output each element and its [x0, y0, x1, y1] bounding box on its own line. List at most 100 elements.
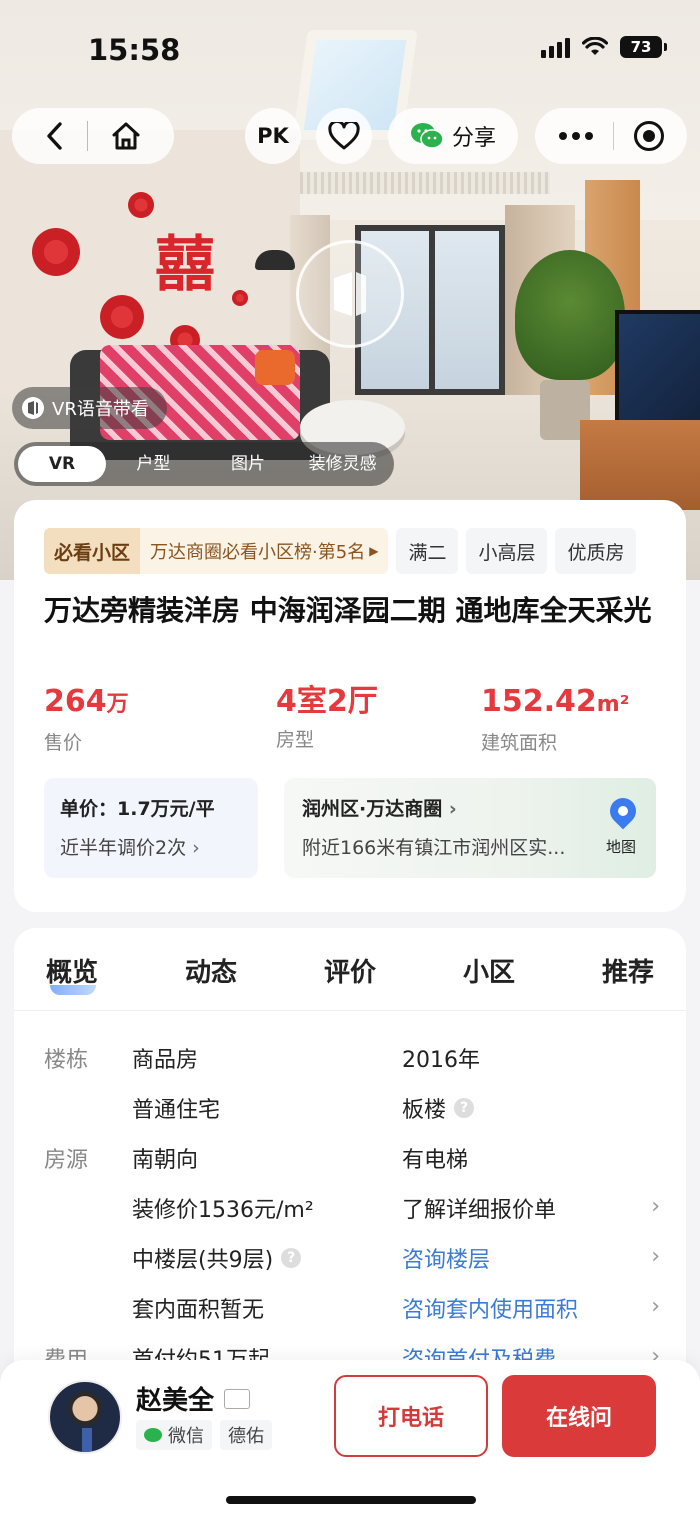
- tab-community[interactable]: 小区: [463, 952, 515, 989]
- paper-fan-decoration: [128, 192, 154, 218]
- section-label: 楼栋: [44, 1048, 89, 1073]
- wechat-icon: [410, 123, 444, 149]
- price-label: 售价: [44, 732, 83, 754]
- detail-value: 商品房: [132, 1048, 199, 1073]
- media-tab-floorplan[interactable]: 户型: [106, 446, 201, 482]
- listing-title: 万达旁精装洋房 中海润泽园二期 通地库全天采光: [44, 594, 652, 627]
- detail-value-group: 板楼 ?: [402, 1092, 475, 1124]
- price-adjust-history: 近半年调价2次 ›: [60, 833, 242, 860]
- heart-icon: [328, 122, 360, 150]
- call-button[interactable]: 打电话: [334, 1375, 488, 1457]
- location-title-text: 润州区·万达商圈: [302, 798, 443, 820]
- wechat-tag-label: 微信: [168, 1426, 204, 1447]
- share-label: 分享: [451, 126, 496, 151]
- online-chat-button[interactable]: 在线问: [502, 1375, 656, 1457]
- ranking-tag-body: 万达商圈必看小区榜·第5名 ▶: [140, 528, 388, 574]
- paper-fan-decoration: [100, 295, 144, 339]
- stat-area: 152.42m² 建筑面积: [481, 683, 629, 755]
- tag: 小高层: [466, 528, 548, 574]
- back-icon[interactable]: [45, 121, 65, 151]
- pk-compare-button[interactable]: PK: [245, 108, 301, 164]
- detail-value: 中楼层(共9层): [132, 1248, 274, 1273]
- layout-label: 房型: [276, 729, 315, 751]
- ranking-tag[interactable]: 必看小区 万达商圈必看小区榜·第5名 ▶: [44, 528, 389, 574]
- wechat-tag[interactable]: 微信: [136, 1420, 212, 1450]
- agent-tags: 微信 德佑: [136, 1420, 272, 1450]
- divider: [612, 122, 614, 150]
- battery-icon: 73: [620, 36, 667, 58]
- chevron-right-icon: ›: [448, 798, 457, 820]
- agent-name-group: 赵美全: [136, 1380, 251, 1417]
- help-icon[interactable]: ?: [454, 1098, 475, 1118]
- area-value: 152.42: [481, 684, 597, 719]
- detail-value: 装修价1536元/m²: [132, 1198, 314, 1223]
- ranking-tag-head: 必看小区: [44, 528, 141, 574]
- close-target-icon[interactable]: [633, 121, 664, 151]
- detail-value: 普通住宅: [132, 1098, 221, 1123]
- help-icon[interactable]: ?: [281, 1248, 302, 1268]
- vr-voice-icon: [22, 397, 44, 419]
- ranking-tag-text: 万达商圈必看小区榜·第5名: [150, 542, 366, 563]
- nav-back-home-group: [12, 108, 174, 164]
- paper-fan-decoration: [232, 290, 248, 306]
- tag-row: 必看小区 万达商圈必看小区榜·第5名 ▶ 满二 小高层 优质房: [44, 528, 686, 574]
- vr-cube-icon: [334, 272, 366, 316]
- potted-plant: [515, 250, 625, 380]
- stat-layout: 4室2厅 房型: [276, 683, 378, 752]
- tab-activity[interactable]: 动态: [185, 952, 237, 989]
- detail-value-group: 中楼层(共9层) ?: [132, 1242, 302, 1274]
- media-tabs: VR 户型 图片 装修灵感: [14, 442, 394, 486]
- tag: 满二: [396, 528, 459, 574]
- quote-link[interactable]: 了解详细报价单: [402, 1192, 556, 1224]
- chevron-right-icon: ›: [651, 1244, 660, 1269]
- home-icon[interactable]: [110, 121, 142, 151]
- more-icon[interactable]: [558, 132, 593, 140]
- detail-row[interactable]: 中楼层(共9层) ? 咨询楼层 ›: [14, 1242, 686, 1282]
- tag: 优质房: [555, 528, 637, 574]
- tab-overview[interactable]: 概览: [46, 952, 98, 995]
- id-card-icon[interactable]: [224, 1388, 251, 1409]
- consult-floor-link[interactable]: 咨询楼层: [402, 1242, 490, 1274]
- media-tab-photos[interactable]: 图片: [201, 446, 296, 482]
- location-title: 润州区·万达商圈 ›: [302, 794, 638, 821]
- detail-row[interactable]: 套内面积暂无 咨询套内使用面积 ›: [14, 1292, 686, 1332]
- vr-play-button[interactable]: [296, 240, 404, 348]
- detail-value: 南朝向: [132, 1148, 199, 1173]
- pillow: [255, 350, 295, 385]
- home-indicator: [226, 1496, 476, 1504]
- detail-value: 有电梯: [402, 1148, 469, 1173]
- agent-avatar[interactable]: [48, 1380, 122, 1454]
- agent-bar: 赵美全 微信 德佑 打电话 在线问: [0, 1360, 700, 1518]
- key-stats: 264万 售价 4室2厅 房型 152.42m² 建筑面积: [44, 683, 654, 755]
- mini-program-capsule: [535, 108, 687, 164]
- location-box[interactable]: 润州区·万达商圈 › 附近166米有镇江市润州区实... 地图: [284, 778, 656, 878]
- chevron-right-icon: ›: [192, 837, 200, 859]
- map-button[interactable]: 地图: [606, 836, 636, 857]
- tab-reviews[interactable]: 评价: [324, 952, 376, 989]
- detail-tabs: 概览 动态 评价 小区 推荐: [14, 952, 686, 995]
- tab-recommend[interactable]: 推荐: [602, 952, 654, 989]
- detail-value: 板楼: [402, 1098, 447, 1123]
- vr-voice-tour-button[interactable]: VR语音带看: [12, 387, 167, 429]
- chevron-right-icon: ›: [651, 1194, 660, 1219]
- unit-price-box[interactable]: 单价：1.7万元/平 近半年调价2次 ›: [44, 778, 258, 878]
- status-time: 15:58: [88, 33, 181, 67]
- detail-row: 房源 南朝向 有电梯: [14, 1142, 686, 1182]
- divider: [86, 121, 88, 151]
- listing-card: 必看小区 万达商圈必看小区榜·第5名 ▶ 满二 小高层 优质房 万达旁精装洋房 …: [14, 500, 686, 912]
- layout-value: 4室2厅: [276, 684, 378, 719]
- floor-lamp: [255, 250, 295, 270]
- media-tab-vr[interactable]: VR: [18, 446, 106, 482]
- double-happiness-sign: 囍: [155, 230, 215, 300]
- share-button[interactable]: 分享: [388, 108, 518, 164]
- vr-voice-label: VR语音带看: [52, 399, 149, 420]
- chevron-right-icon: ›: [651, 1294, 660, 1319]
- price-value: 264: [44, 684, 107, 719]
- detail-row[interactable]: 装修价1536元/m² 了解详细报价单 ›: [14, 1192, 686, 1232]
- detail-row: 楼栋 商品房 2016年: [14, 1042, 686, 1082]
- favorite-button[interactable]: [316, 108, 372, 164]
- unit-price: 单价：1.7万元/平: [60, 798, 215, 820]
- consult-inner-area-link[interactable]: 咨询套内使用面积: [402, 1292, 578, 1324]
- media-tab-decor-ideas[interactable]: 装修灵感: [295, 446, 390, 482]
- company-tag: 德佑: [220, 1420, 272, 1450]
